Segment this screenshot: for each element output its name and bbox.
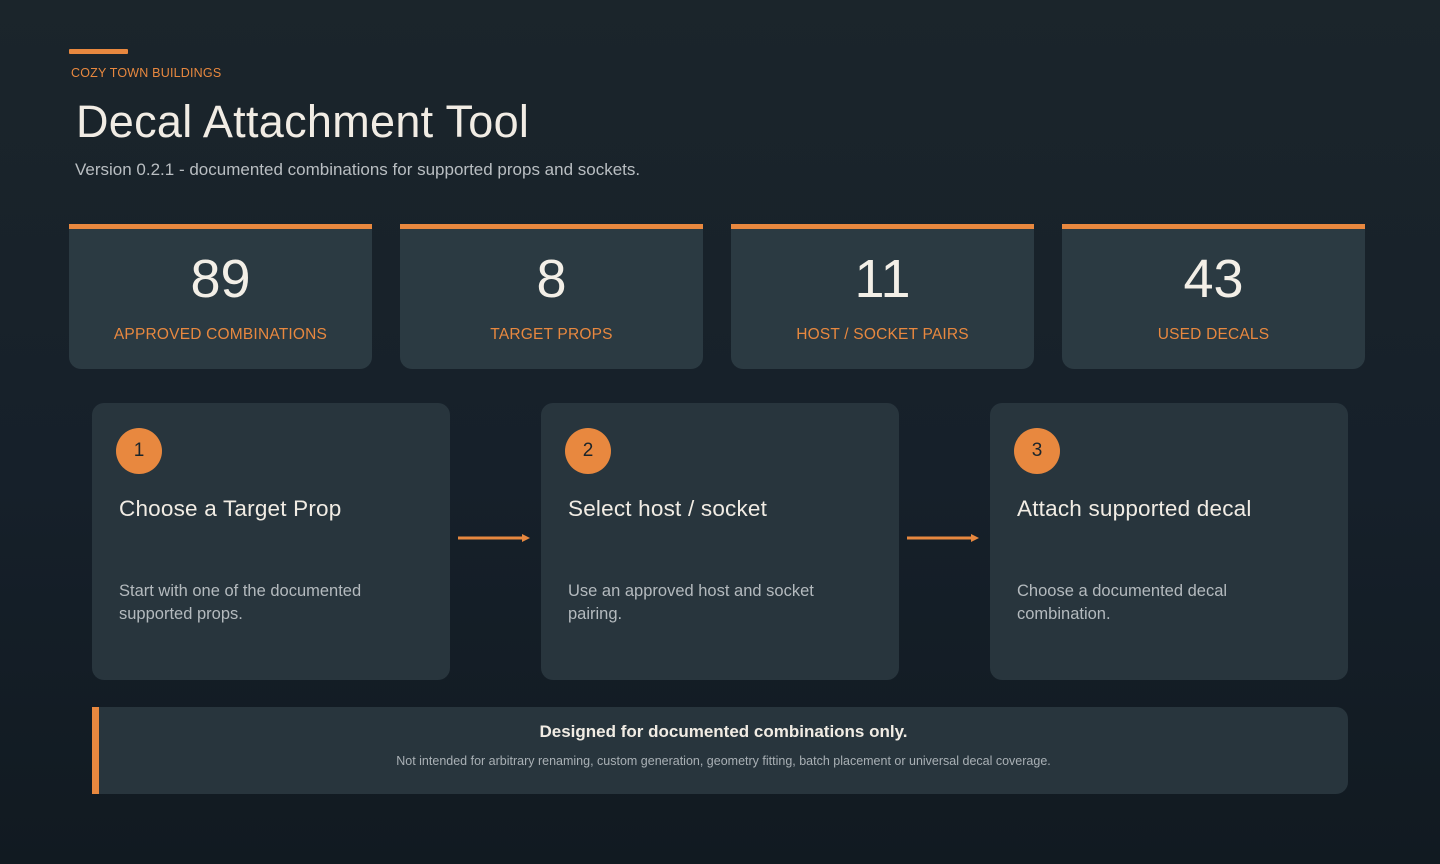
step-number-badge: 3 — [1014, 428, 1060, 474]
project-eyebrow: COZY TOWN BUILDINGS — [71, 66, 222, 80]
stat-value: 8 — [536, 249, 567, 309]
notice-title: Designed for documented combinations onl… — [539, 722, 908, 741]
header-accent-bar — [69, 49, 128, 54]
scope-notice: Designed for documented combinations onl… — [92, 707, 1348, 794]
stat-label: TARGET PROPS — [490, 326, 613, 343]
notice-text: Not intended for arbitrary renaming, cus… — [396, 754, 1051, 768]
step-description: Use an approved host and socket pairing. — [568, 582, 814, 623]
step-description: Choose a documented decal combination. — [1017, 582, 1228, 623]
step-card-choose-target-prop[interactable]: 1 Choose a Target Prop Start with one of… — [92, 403, 450, 680]
version-subtitle: Version 0.2.1 - documented combinations … — [75, 160, 641, 179]
stat-card-approved-combinations: 89 APPROVED COMBINATIONS — [69, 224, 372, 369]
stat-value: 11 — [854, 249, 911, 309]
step-title: Choose a Target Prop — [119, 496, 342, 521]
stat-card-target-props: 8 TARGET PROPS — [400, 224, 703, 369]
stat-label: APPROVED COMBINATIONS — [113, 326, 328, 343]
arrow-right-icon — [458, 534, 530, 542]
arrow-right-icon — [907, 534, 979, 542]
stat-card-host-socket-pairs: 11 HOST / SOCKET PAIRS — [731, 224, 1034, 369]
stat-label: USED DECALS — [1157, 326, 1270, 343]
step-title: Select host / socket — [568, 496, 768, 521]
stat-value: 43 — [1183, 249, 1244, 309]
stat-value: 89 — [190, 249, 251, 309]
stat-card-used-decals: 43 USED DECALS — [1062, 224, 1365, 369]
step-card-select-host-socket[interactable]: 2 Select host / socket Use an approved h… — [541, 403, 899, 680]
stat-label: HOST / SOCKET PAIRS — [796, 326, 969, 343]
step-card-attach-supported-decal[interactable]: 3 Attach supported decal Choose a docume… — [990, 403, 1348, 680]
page-title: Decal Attachment Tool — [76, 96, 530, 147]
step-number-badge: 2 — [565, 428, 611, 474]
step-number-badge: 1 — [116, 428, 162, 474]
step-description: Start with one of the documented support… — [119, 582, 362, 623]
step-title: Attach supported decal — [1017, 496, 1252, 521]
